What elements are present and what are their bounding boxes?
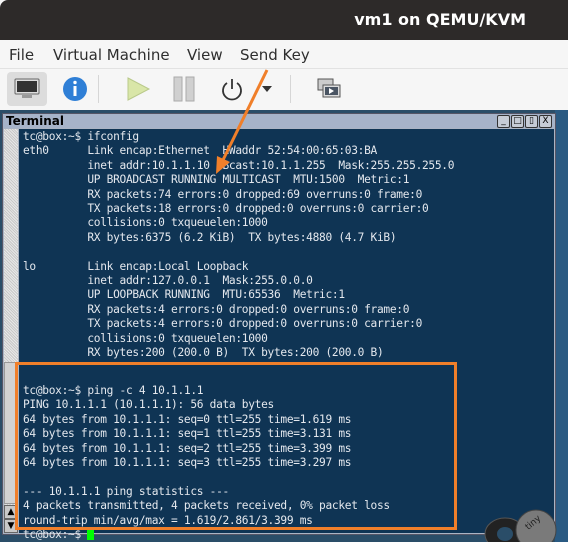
toolbar: [0, 69, 568, 109]
restore-button[interactable]: ▯: [525, 115, 538, 128]
play-icon: [127, 77, 151, 101]
menu-virtual-machine[interactable]: Virtual Machine: [53, 46, 170, 64]
snapshots-button[interactable]: [309, 72, 349, 106]
terminal-title: Terminal: [6, 114, 65, 128]
terminal-line: UP BROADCAST RUNNING MULTICAST MTU:1500 …: [23, 173, 410, 187]
info-icon: [63, 77, 87, 101]
terminal-line: RX packets:74 errors:0 dropped:69 overru…: [23, 187, 422, 201]
menubar: File Virtual Machine View Send Key: [0, 40, 568, 69]
terminal-line: collisions:0 txqueuelen:1000: [23, 331, 268, 345]
ping-output-highlight: [15, 362, 457, 530]
monitor-icon: [14, 78, 40, 98]
terminal-line: TX packets:18 errors:0 dropped:0 overrun…: [23, 202, 429, 216]
pause-icon: [173, 76, 195, 102]
terminal-line: TX packets:4 errors:0 dropped:0 overruns…: [23, 317, 422, 331]
menu-view[interactable]: View: [187, 46, 223, 64]
snapshots-icon: [317, 78, 341, 98]
minimize-button[interactable]: _: [497, 115, 510, 128]
shutdown-menu-button[interactable]: [255, 72, 279, 106]
terminal-line: inet addr:127.0.0.1 Mask:255.0.0.0: [23, 274, 313, 288]
window-title: vm1 on QEMU/KVM: [354, 10, 526, 29]
terminal-line: lo Link encap:Local Loopback: [23, 259, 249, 273]
terminal-window-buttons: _ □ ▯ X: [497, 115, 552, 128]
terminal-line: RX bytes:200 (200.0 B) TX bytes:200 (200…: [23, 346, 384, 360]
tinycore-logo-icon: tiny: [484, 509, 557, 542]
details-button[interactable]: [55, 72, 95, 106]
maximize-button[interactable]: □: [511, 115, 524, 128]
terminal-line: inet addr:10.1.1.10 Bcast:10.1.1.255 Mas…: [23, 158, 455, 172]
toolbar-separator: [98, 75, 99, 103]
desktop-background: [555, 110, 568, 542]
shutdown-button[interactable]: [212, 72, 252, 106]
window-titlebar: vm1 on QEMU/KVM: [0, 0, 568, 40]
run-button[interactable]: [118, 72, 158, 106]
menu-send-key[interactable]: Send Key: [240, 46, 310, 64]
menu-file[interactable]: File: [9, 46, 34, 64]
power-icon: [222, 79, 242, 101]
terminal-line: RX packets:4 errors:0 dropped:0 overruns…: [23, 302, 410, 316]
chevron-down-icon: [262, 86, 272, 92]
pause-button[interactable]: [164, 72, 204, 106]
close-button[interactable]: X: [539, 115, 552, 128]
console-button[interactable]: [7, 72, 47, 106]
terminal-prompt-line[interactable]: tc@box:~$: [23, 527, 454, 542]
terminal-line: eth0 Link encap:Ethernet HWaddr 52:54:00…: [23, 144, 377, 158]
terminal-line: RX bytes:6375 (6.2 KiB) TX bytes:4880 (4…: [23, 230, 397, 244]
terminal-line: tc@box:~$ ifconfig: [23, 130, 139, 143]
terminal-titlebar[interactable]: [3, 114, 554, 128]
terminal-line: collisions:0 txqueuelen:1000: [23, 216, 268, 230]
toolbar-separator: [290, 75, 291, 103]
terminal-line: UP LOOPBACK RUNNING MTU:65536 Metric:1: [23, 288, 345, 302]
